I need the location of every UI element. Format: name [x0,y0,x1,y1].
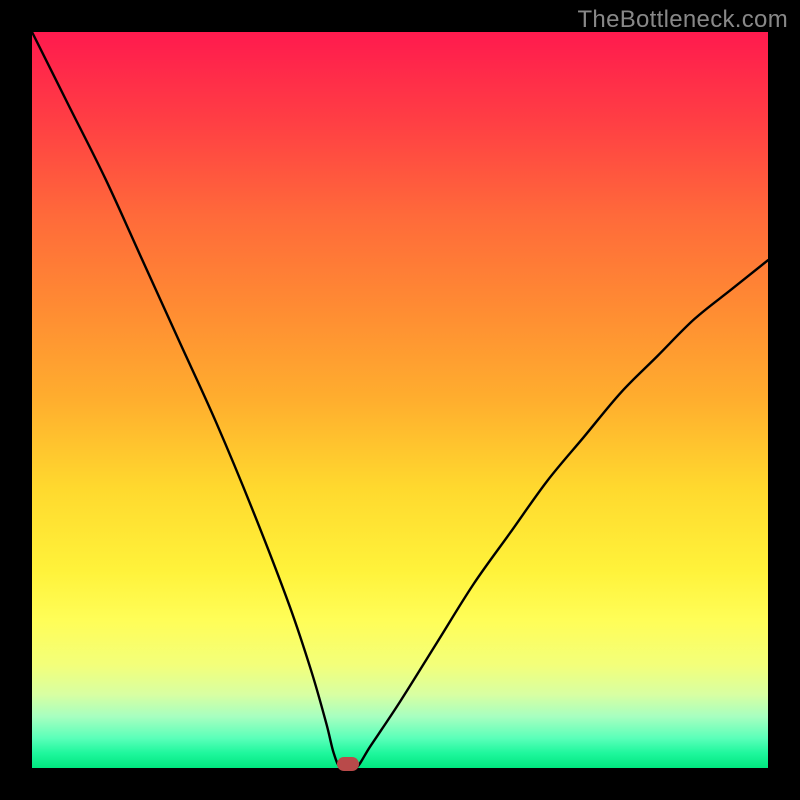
watermark-text: TheBottleneck.com [577,6,788,34]
outer-frame: TheBottleneck.com [0,0,800,800]
minimum-marker [337,757,359,771]
bottleneck-curve [32,32,768,768]
plot-area [32,32,768,768]
